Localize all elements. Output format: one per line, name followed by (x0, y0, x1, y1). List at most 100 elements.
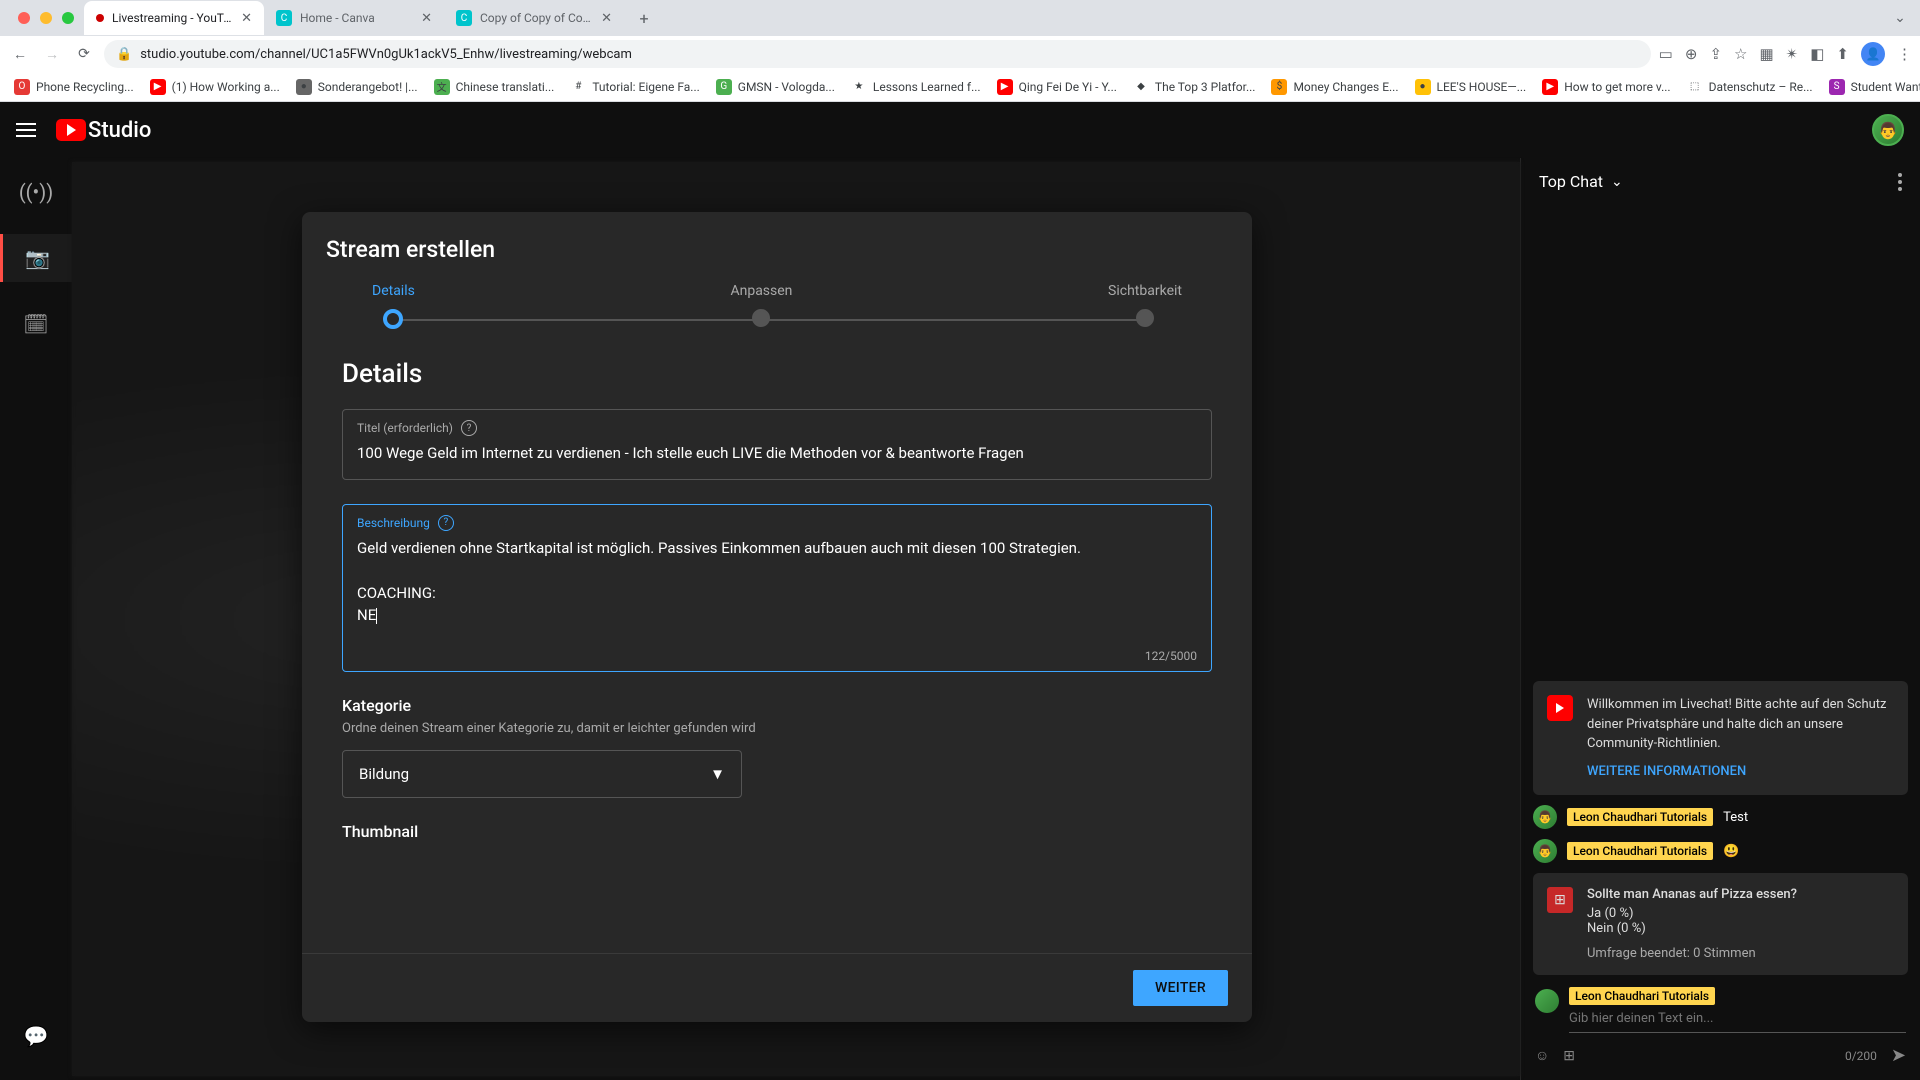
bookmark-item[interactable]: $Money Changes E... (1265, 79, 1404, 95)
window-controls[interactable] (8, 12, 84, 24)
account-avatar[interactable]: 👨 (1872, 114, 1904, 146)
bookmark-item[interactable]: ▶How to get more v... (1536, 79, 1676, 95)
description-label: Beschreibung (357, 516, 430, 530)
close-icon[interactable]: ✕ (421, 11, 432, 26)
reload-icon[interactable]: ⟳ (72, 46, 96, 62)
message-text: Test (1723, 810, 1748, 825)
canva-icon: C (456, 10, 472, 26)
description-textarea[interactable]: Geld verdienen ohne Startkapital ist mög… (357, 537, 1197, 657)
help-icon[interactable]: ? (438, 515, 454, 531)
live-indicator-icon (96, 14, 104, 22)
bookmark-item[interactable]: ▶(1) How Working a... (144, 79, 286, 95)
chat-input[interactable] (1569, 1005, 1906, 1033)
chevron-down-icon[interactable]: ⌄ (1888, 10, 1912, 26)
bookmarks-bar: OPhone Recycling... ▶(1) How Working a..… (0, 72, 1920, 102)
address-bar[interactable]: 🔒 studio.youtube.com/channel/UC1a5FWVn0g… (104, 40, 1651, 68)
bookmark-item[interactable]: GGMSN - Vologda... (710, 79, 841, 95)
back-icon[interactable]: ← (8, 46, 32, 63)
category-hint: Ordne deinen Stream einer Kategorie zu, … (342, 721, 1212, 736)
welcome-text: Willkommen im Livechat! Bitte achte auf … (1587, 697, 1887, 751)
chat-header-label: Top Chat (1539, 172, 1603, 191)
create-stream-modal: Stream erstellen Details Anpassen Sichtb… (302, 212, 1252, 1022)
bookmark-item[interactable]: ●LEE'S HOUSE—... (1409, 79, 1533, 95)
chat-welcome-card: Willkommen im Livechat! Bitte achte auf … (1533, 681, 1908, 795)
author-badge: Leon Chaudhari Tutorials (1569, 987, 1715, 1005)
category-select[interactable]: Bildung ▼ (342, 750, 742, 798)
poll-icon: ⊞ (1547, 887, 1573, 913)
chat-mode-selector[interactable]: Top Chat ⌄ (1539, 172, 1623, 191)
chevron-down-icon: ▼ (710, 765, 725, 783)
rail-feedback-icon[interactable]: 💬 (12, 1012, 60, 1060)
category-heading: Kategorie (342, 696, 1212, 715)
message-emoji: 😃 (1723, 844, 1739, 859)
next-button[interactable]: WEITER (1133, 970, 1228, 1006)
author-badge[interactable]: Leon Chaudhari Tutorials (1567, 808, 1713, 826)
title-field[interactable]: Titel (erforderlich) ? (342, 409, 1212, 480)
bookmark-item[interactable]: #Tutorial: Eigene Fa... (564, 79, 705, 95)
menu-button[interactable] (16, 118, 40, 142)
title-input[interactable] (357, 442, 1197, 465)
tab-title: Home - Canva (300, 11, 413, 25)
camera-icon[interactable]: ▭ (1659, 45, 1673, 63)
avatar: 👨 (1533, 805, 1557, 829)
studio-logo[interactable]: Studio (56, 118, 151, 143)
rail-schedule-icon[interactable]: 🗓 (12, 300, 60, 348)
chat-menu-button[interactable] (1898, 173, 1902, 191)
panel-icon[interactable]: ◧ (1810, 45, 1824, 63)
tab-title: Livestreaming - YouTube S (112, 11, 233, 25)
star-icon[interactable]: ☆ (1734, 45, 1747, 63)
char-counter: 122/5000 (1145, 649, 1197, 663)
title-label: Titel (erforderlich) (357, 421, 453, 435)
avatar: 👨 (1533, 839, 1557, 863)
bookmark-item[interactable]: ★Lessons Learned f... (845, 79, 987, 95)
description-field[interactable]: Beschreibung ? Geld verdienen ohne Start… (342, 504, 1212, 672)
bookmark-item[interactable]: ⬚Datenschutz – Re... (1681, 79, 1819, 95)
wizard-stepper: Details Anpassen Sichtbarkeit (302, 275, 1252, 349)
step-visibility[interactable]: Sichtbarkeit (1108, 283, 1182, 329)
url-text: studio.youtube.com/channel/UC1a5FWVn0gUk… (140, 47, 632, 62)
menu-icon[interactable]: ⋮ (1897, 45, 1912, 63)
close-icon[interactable]: ✕ (241, 11, 252, 26)
help-icon[interactable]: ? (461, 420, 477, 436)
new-tab-button[interactable]: + (630, 4, 658, 32)
rail-webcam-icon[interactable]: 📷 (0, 234, 72, 282)
puzzle-icon[interactable]: ✴ (1786, 45, 1799, 63)
bookmark-item[interactable]: ◆The Top 3 Platfor... (1127, 79, 1262, 95)
send-button[interactable]: ➤ (1891, 1045, 1906, 1066)
step-customize[interactable]: Anpassen (730, 283, 792, 329)
profile-avatar[interactable]: 👤 (1861, 42, 1885, 66)
more-info-link[interactable]: WEITERE INFORMATIONEN (1587, 762, 1894, 782)
poll-button[interactable]: ⊞ (1563, 1048, 1575, 1064)
author-badge[interactable]: Leon Chaudhari Tutorials (1567, 842, 1713, 860)
forward-icon[interactable]: → (40, 46, 64, 63)
poll-result: Umfrage beendet: 0 Stimmen (1587, 946, 1797, 961)
browser-tab[interactable]: C Copy of Copy of Copy of Cop ✕ (444, 1, 624, 35)
emoji-button[interactable]: ☺ (1535, 1047, 1549, 1064)
chevron-down-icon: ⌄ (1611, 174, 1623, 190)
poll-option: Ja (0 %) (1587, 906, 1797, 921)
browser-tab-active[interactable]: Livestreaming - YouTube S ✕ (84, 1, 264, 35)
poll-question: Sollte man Ananas auf Pizza essen? (1587, 887, 1797, 902)
share-icon[interactable]: ⇪ (1709, 45, 1722, 63)
browser-tab[interactable]: C Home - Canva ✕ (264, 1, 444, 35)
bookmark-item[interactable]: 文Chinese translati... (428, 79, 561, 95)
logo-text: Studio (88, 118, 151, 143)
close-icon[interactable]: ✕ (601, 11, 612, 26)
bookmark-item[interactable]: ▶Qing Fei De Yi - Y... (991, 79, 1123, 95)
bookmark-item[interactable]: ●Sonderangebot! |... (290, 79, 424, 95)
bookmark-item[interactable]: OPhone Recycling... (8, 79, 140, 95)
chat-message: 👨 Leon Chaudhari Tutorials Test (1533, 805, 1908, 829)
avatar (1535, 989, 1559, 1013)
chat-poll-card: ⊞ Sollte man Ananas auf Pizza essen? Ja … (1533, 873, 1908, 975)
extension-icon[interactable]: ▦ (1759, 45, 1773, 63)
update-icon[interactable]: ⬆ (1836, 45, 1849, 63)
rail-stream-icon[interactable]: ((•)) (12, 168, 60, 216)
modal-title: Stream erstellen (302, 212, 1252, 275)
bookmark-item[interactable]: SStudent Wants an... (1823, 79, 1920, 95)
category-value: Bildung (359, 765, 409, 783)
tab-title: Copy of Copy of Copy of Cop (480, 11, 593, 25)
zoom-icon[interactable]: ⊕ (1685, 45, 1698, 63)
youtube-icon (56, 119, 86, 141)
chat-message: 👨 Leon Chaudhari Tutorials 😃 (1533, 839, 1908, 863)
step-details[interactable]: Details (372, 283, 415, 329)
